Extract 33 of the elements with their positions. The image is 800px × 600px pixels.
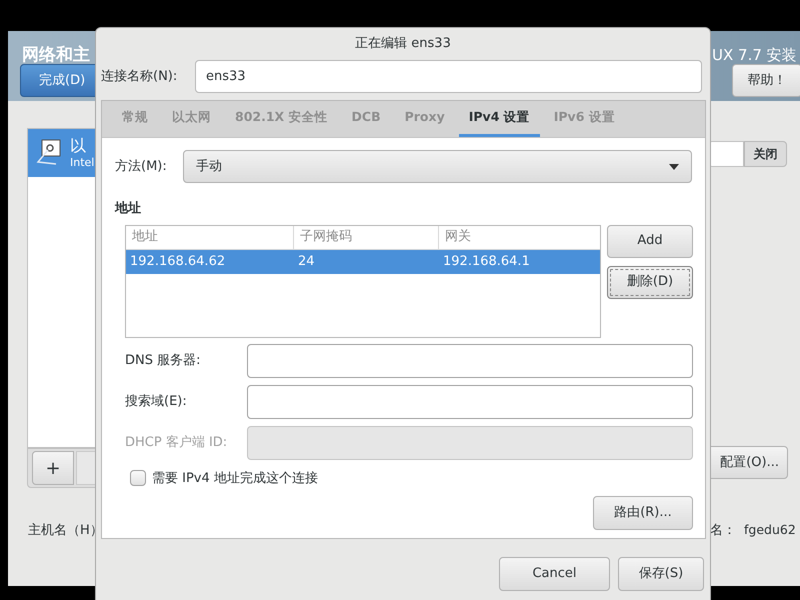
installer-title: UX 7.7 安装 — [712, 45, 797, 66]
field-label: 搜索域(E): — [125, 392, 188, 411]
addresses-heading: 地址 — [115, 200, 141, 218]
help-button[interactable]: 帮助！ — [732, 64, 800, 97]
require-ipv4-label: 需要 IPv4 地址完成这个连接 — [152, 470, 318, 488]
connection-name: 以 — [70, 136, 87, 156]
table-cell-text: 192.168.64.1 — [442, 252, 531, 271]
dialog-title: 正在编辑 ens33 — [355, 35, 451, 54]
save-button[interactable]: 保存(S) — [618, 557, 704, 591]
text-field[interactable] — [247, 344, 693, 378]
current-hostname: fgedu62 — [744, 521, 796, 539]
method-dropdown[interactable]: 手动 — [182, 150, 692, 183]
settings-tab[interactable]: IPv4 设置 — [458, 101, 540, 137]
method-value: 手动 — [196, 158, 222, 176]
connection-name-field[interactable]: ens33 — [195, 60, 702, 93]
hostname-label: 主机名（H） — [28, 522, 103, 540]
current-hostname-label: 名： — [710, 522, 736, 540]
add-button[interactable]: + — [32, 451, 74, 485]
dropdown-arrow-icon — [669, 164, 679, 170]
toggle-field[interactable] — [708, 141, 744, 167]
require-ipv4-checkbox[interactable] — [130, 470, 146, 486]
delete-address-button[interactable]: 删除(D) — [607, 266, 693, 298]
window-title: 网络和主 — [22, 44, 90, 67]
add-address-button[interactable]: Add — [607, 224, 693, 258]
table-cell-text: 192.168.64.62 — [129, 252, 226, 271]
text-field[interactable] — [247, 384, 693, 418]
table-cell-text: 24 — [297, 252, 316, 271]
connection-detail: Intel — [70, 156, 94, 170]
cancel-button[interactable]: Cancel — [499, 557, 610, 591]
routes-button[interactable]: 路由(R)... — [593, 496, 693, 530]
close-button[interactable]: 关闭 — [744, 141, 787, 167]
field-label: DNS 服务器: — [125, 352, 202, 370]
field-label: DHCP 客户端 ID: — [125, 434, 228, 452]
